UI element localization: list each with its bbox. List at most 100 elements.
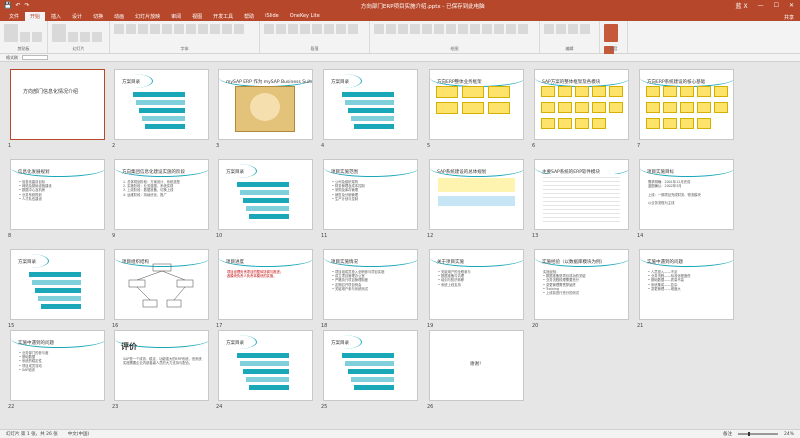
tab-0[interactable]: 文件 bbox=[4, 12, 24, 21]
ribbon-button[interactable] bbox=[210, 24, 220, 34]
slide-thumbnail[interactable]: 关于项目实施 • 关键用户的全程参与 • 数据准备与清理 • 培训与知识转移 • … bbox=[429, 249, 524, 320]
slide-thumbnail[interactable]: 评价 SAP是一个成熟、稳定、功能强大的ERP系统，但系统实施需要企业内部各级人员… bbox=[114, 330, 209, 401]
redo-icon[interactable]: ↷ bbox=[25, 2, 30, 9]
ribbon-button[interactable] bbox=[150, 24, 160, 34]
ribbon-button[interactable] bbox=[114, 24, 124, 34]
notes-button[interactable]: 备注 bbox=[723, 431, 732, 437]
zoom-level[interactable]: 24% bbox=[784, 432, 794, 437]
tab-11[interactable]: iSlide bbox=[260, 12, 284, 21]
slide-thumbnail[interactable]: 方向部门信息化情况介绍 bbox=[10, 69, 105, 140]
status-bar: 幻灯片 第 1 张，共 26 张 中文(中国) 备注 24% bbox=[0, 429, 800, 438]
ribbon-button[interactable] bbox=[222, 24, 232, 34]
minimize-button[interactable]: — bbox=[758, 2, 764, 9]
slide-thumbnail[interactable]: 实施中遇到的问题 • 人员投入——不足 • 业务流程——标准化程度低 • 基础数据… bbox=[639, 249, 734, 320]
close-button[interactable]: ✕ bbox=[789, 2, 794, 9]
slide-thumbnail[interactable]: 方向ERP系统建设的核心基础 bbox=[639, 69, 734, 140]
ribbon-button[interactable] bbox=[336, 24, 346, 34]
slide-thumbnail[interactable]: 方案目录 bbox=[323, 69, 418, 140]
tab-9[interactable]: 开发工具 bbox=[208, 12, 238, 21]
slide-thumbnail[interactable]: 项目实施目标 需求明确：2001年12月完成 蓝图确认：2002年3月 上线：一期… bbox=[639, 159, 734, 230]
slide-thumbnail[interactable]: 方案目录 bbox=[10, 249, 105, 320]
ribbon-button[interactable] bbox=[324, 24, 334, 34]
ribbon-button[interactable] bbox=[348, 24, 358, 34]
ribbon-button[interactable] bbox=[434, 24, 444, 34]
ribbon-button[interactable] bbox=[92, 32, 102, 42]
ribbon-button[interactable] bbox=[300, 24, 310, 34]
ribbon-button[interactable] bbox=[198, 24, 208, 34]
ribbon-button[interactable] bbox=[568, 24, 578, 34]
ribbon-button[interactable] bbox=[20, 32, 30, 42]
ribbon-button[interactable] bbox=[162, 24, 172, 34]
slide-thumbnail[interactable]: 项目实施情况 • 项目组成员投入全职参与项目实施 • 成立项目管理办公室 • 严格… bbox=[323, 249, 418, 320]
ribbon-button[interactable] bbox=[580, 24, 590, 34]
slide-thumbnail[interactable]: SAP方案的整体框架及各模块 bbox=[534, 69, 629, 140]
ribbon-button[interactable] bbox=[506, 24, 516, 34]
maximize-button[interactable]: ☐ bbox=[774, 2, 779, 9]
ribbon-button[interactable] bbox=[4, 24, 18, 42]
slide-body-text: • 信息化建设目标 • 网络及基础设施建设 • 数据中心及机房 • 业务系统规划… bbox=[19, 180, 52, 201]
slide-thumbnail[interactable]: SAP系统建设的总体规划 bbox=[429, 159, 524, 230]
ribbon-button[interactable] bbox=[422, 24, 432, 34]
ribbon-button[interactable] bbox=[186, 24, 196, 34]
save-icon[interactable]: 💾 bbox=[4, 2, 11, 9]
ribbon-button[interactable] bbox=[518, 24, 528, 34]
slide-thumbnail[interactable]: 方向ERP整体业务框架 bbox=[429, 69, 524, 140]
ribbon-button[interactable] bbox=[470, 24, 480, 34]
ribbon-button[interactable] bbox=[138, 24, 148, 34]
ribbon-button[interactable] bbox=[234, 24, 244, 34]
ribbon-button[interactable] bbox=[174, 24, 184, 34]
ribbon-button[interactable] bbox=[398, 24, 408, 34]
slide-thumbnail[interactable]: 项目组织结构 bbox=[114, 249, 209, 320]
tab-4[interactable]: 切换 bbox=[88, 12, 108, 21]
ribbon-button[interactable] bbox=[482, 24, 492, 34]
slide-thumbnail[interactable]: 实施中遇到的问题 • 业务部门的参与度 • 基础数据 • 系统的稳定性 • 项目成… bbox=[10, 330, 105, 401]
slide-thumbnail[interactable]: 方案目录 bbox=[218, 159, 313, 230]
ribbon-button[interactable] bbox=[288, 24, 298, 34]
tab-1[interactable]: 开始 bbox=[25, 12, 46, 21]
slide-body-text: 1. 总体规划阶段：方案设计、系统选型 2. 实施阶段：业务蓝图、系统实现 3.… bbox=[123, 180, 180, 197]
selector-box[interactable] bbox=[22, 55, 48, 60]
ribbon-button[interactable] bbox=[604, 24, 618, 42]
ribbon-button[interactable] bbox=[52, 24, 66, 42]
tab-3[interactable]: 设计 bbox=[67, 12, 87, 21]
slide-thumbnail[interactable]: 实施经验（以数据库模块为例） 实施经验： • 数据准备是项目成功的关键 • 业务流… bbox=[534, 249, 629, 320]
slide-thumbnail[interactable]: 方向集团信息化建设实施的阶段 1. 总体规划阶段：方案设计、系统选型 2. 实施阶… bbox=[114, 159, 209, 230]
tab-12[interactable]: OneKey Lite bbox=[285, 12, 325, 21]
tab-2[interactable]: 插入 bbox=[46, 12, 66, 21]
slide-thumbnail[interactable]: 项目进度 项目经理负责项目的整体协调与推进； 各模块负责人负责本模块的实施。 bbox=[218, 249, 313, 320]
ribbon-button[interactable] bbox=[410, 24, 420, 34]
slide-thumbnail[interactable]: 方案目录 bbox=[114, 69, 209, 140]
slide-thumbnail[interactable]: mySAP ERP 作为 mySAP Business Suite 的核心 bbox=[218, 69, 313, 140]
slide-thumbnail[interactable]: 方案目录 bbox=[218, 330, 313, 401]
tab-5[interactable]: 动画 bbox=[109, 12, 129, 21]
slide-thumbnail[interactable]: 方案目录 bbox=[323, 330, 418, 401]
slide-thumbnail[interactable]: 项目实施范围 • 公司及组织架构 • 财务管理及成本控制 • 采购及库存管理 • … bbox=[323, 159, 418, 230]
share-button[interactable]: 共享 bbox=[784, 14, 794, 21]
ribbon-button[interactable] bbox=[374, 24, 384, 34]
zoom-slider[interactable] bbox=[737, 432, 778, 436]
ribbon-button[interactable] bbox=[458, 24, 468, 34]
ribbon-button[interactable] bbox=[544, 24, 554, 34]
ribbon-button[interactable] bbox=[556, 24, 566, 34]
ribbon-button[interactable] bbox=[494, 24, 504, 34]
ribbon-button[interactable] bbox=[446, 24, 456, 34]
tab-8[interactable]: 视图 bbox=[187, 12, 207, 21]
ribbon-button[interactable] bbox=[264, 24, 274, 34]
tab-7[interactable]: 审阅 bbox=[166, 12, 186, 21]
language-indicator[interactable]: 中文(中国) bbox=[68, 431, 90, 437]
ribbon-button[interactable] bbox=[32, 32, 42, 42]
slide-thumbnail[interactable]: 主要SAP系统的ERP软件模块 bbox=[534, 159, 629, 230]
ribbon-button[interactable] bbox=[126, 24, 136, 34]
ribbon-button[interactable] bbox=[312, 24, 322, 34]
tab-6[interactable]: 幻灯片放映 bbox=[130, 12, 165, 21]
slide-thumbnail[interactable]: 谢谢！ bbox=[429, 330, 524, 401]
ribbon-button[interactable] bbox=[386, 24, 396, 34]
user-name[interactable]: 蓝 X bbox=[736, 1, 748, 10]
ribbon-button[interactable] bbox=[68, 32, 78, 42]
format-painter-label[interactable]: 格式刷 bbox=[6, 55, 18, 61]
undo-icon[interactable]: ↶ bbox=[15, 2, 20, 9]
ribbon-button[interactable] bbox=[80, 32, 90, 42]
slide-thumbnail[interactable]: 信息化发展规划 • 信息化建设目标 • 网络及基础设施建设 • 数据中心及机房 •… bbox=[10, 159, 105, 230]
ribbon-button[interactable] bbox=[276, 24, 286, 34]
tab-10[interactable]: 帮助 bbox=[239, 12, 259, 21]
